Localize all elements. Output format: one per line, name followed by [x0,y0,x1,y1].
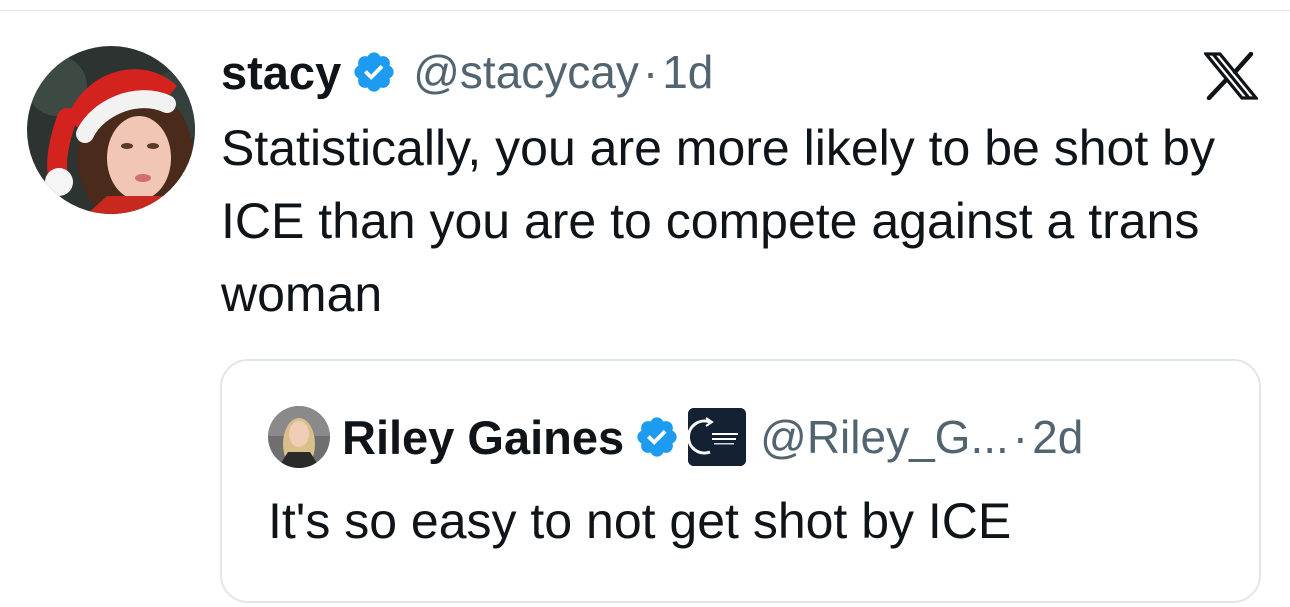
quoted-separator-dot: · [1012,411,1029,463]
quoted-author-avatar-image [268,406,330,468]
quoted-author-display-name[interactable]: Riley Gaines [342,410,624,465]
author-avatar[interactable] [27,46,195,214]
quoted-verified-badge-icon [634,414,680,460]
quoted-tweet-header: Riley Gaines @Riley_G... · 2d [268,406,1083,468]
quoted-tweet-text: It's so easy to not get shot by ICE [268,493,1012,549]
quoted-timestamp[interactable]: 2d [1032,410,1083,464]
verified-badge-icon [351,49,397,95]
tweet-header: stacy @stacycay · 1d [221,40,713,104]
x-logo-icon [1202,51,1260,101]
top-divider [0,10,1290,11]
author-avatar-image [27,46,195,214]
affiliate-badge-icon[interactable] [688,408,747,466]
author-display-name[interactable]: stacy [221,45,341,100]
separator-dot: · [642,46,659,98]
quoted-tweet-card[interactable]: Riley Gaines @Riley_G... · 2d It's so ea… [220,359,1261,603]
tweet-text: Statistically, you are more likely to be… [221,120,1215,322]
quoted-author-handle[interactable]: @Riley_G... [760,410,1009,464]
author-handle[interactable]: @stacycay [413,45,639,99]
quoted-author-avatar [268,406,330,468]
timestamp[interactable]: 1d [662,45,713,99]
